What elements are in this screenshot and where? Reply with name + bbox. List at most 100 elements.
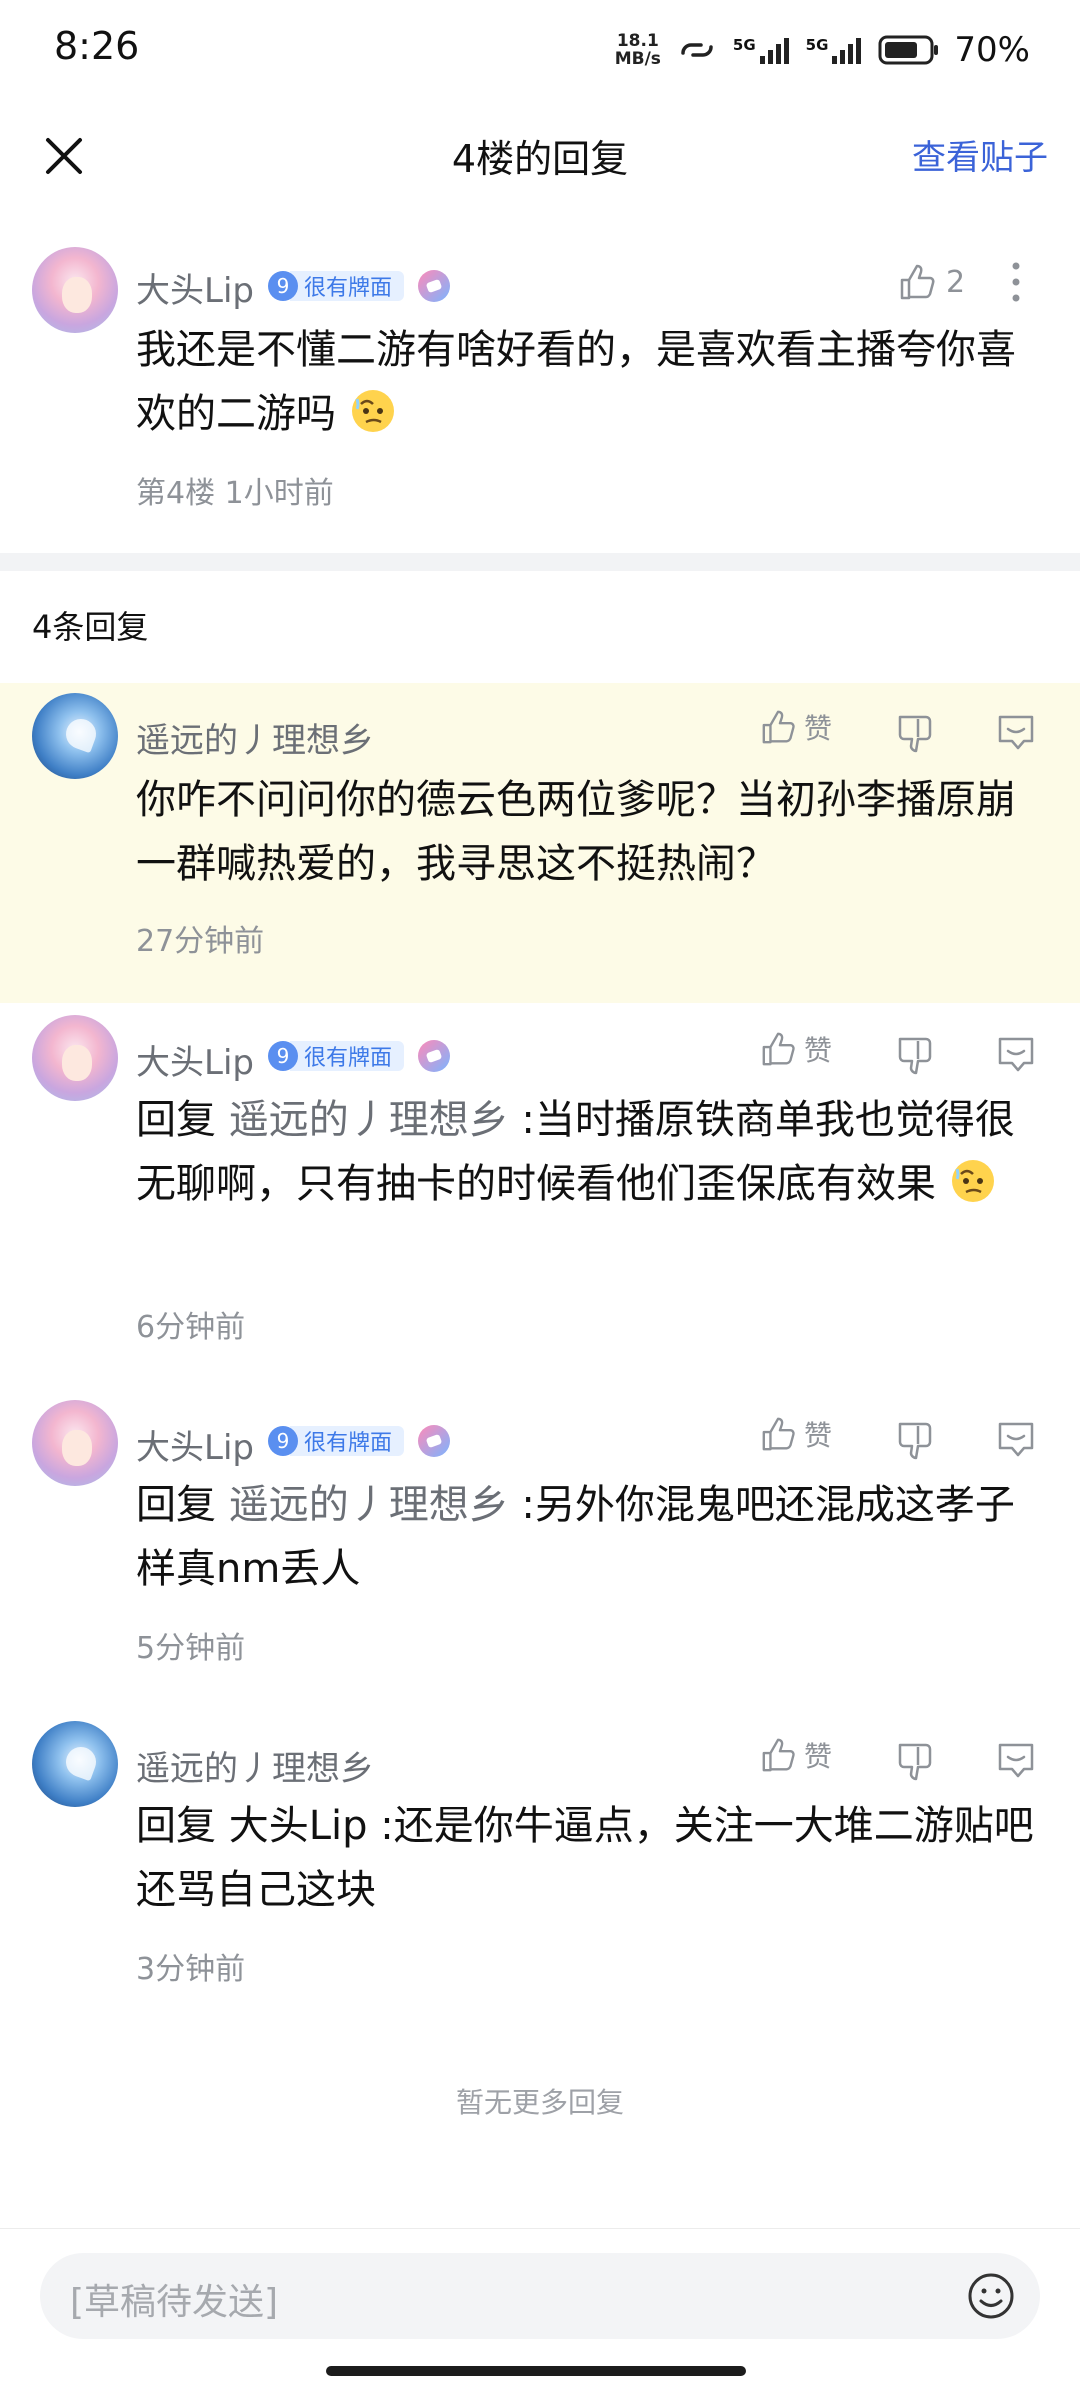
battery-percent: 70% (954, 30, 1030, 70)
thumb-down-icon (898, 1422, 932, 1460)
top-bar: 4楼的回复 查看贴子 (0, 100, 1080, 210)
reply-content: 你咋不问问你的德云色两位爹呢？当初孙李播原崩一群喊热爱的，我寻思这不挺热闹？ (136, 777, 1016, 887)
reply-prefix: 回复 大头Lip (136, 1803, 368, 1849)
gem-icon (418, 270, 451, 302)
level-number: 9 (268, 1426, 298, 1456)
level-badge: 9 很有牌面 (268, 268, 451, 304)
like-label: 赞 (804, 1419, 833, 1452)
dislike-button[interactable] (896, 1741, 936, 1785)
username[interactable]: 遥远的丿理想乡 (136, 1741, 374, 1790)
status-time: 8:26 (54, 24, 140, 68)
thinking-emoji-icon (949, 1157, 997, 1205)
comment-icon (998, 1422, 1034, 1457)
thumb-down-icon (898, 1743, 932, 1781)
signal-icon-1: 5G (733, 36, 792, 64)
username[interactable]: 大头Lip (136, 1035, 254, 1084)
gem-icon (418, 1040, 451, 1072)
level-number: 9 (268, 1041, 298, 1071)
network-speed-unit: MB/s (614, 49, 661, 69)
level-badge: 9 很有牌面 (268, 1423, 451, 1459)
dislike-button[interactable] (896, 1035, 936, 1079)
post-content: 我还是不懂二游有啥好看的，是喜欢看主播夸你喜欢的二游吗 (136, 318, 1048, 446)
thumb-up-icon (900, 264, 935, 300)
avatar[interactable] (32, 1721, 118, 1807)
status-bar: 8:26 18.1 MB/s 5G 5G 70% (0, 0, 1080, 100)
section-divider (0, 553, 1080, 571)
reply-prefix: 回复 (136, 1482, 229, 1528)
no-more-replies: 暂无更多回复 (455, 2086, 624, 2119)
reply-content: 回复 大头Lip :还是你牛逼点，关注一大堆二游贴吧还骂自己这块 (136, 1794, 1048, 1922)
like-button[interactable]: 赞 (760, 1735, 832, 1775)
network-speed-value: 18.1 (616, 31, 659, 51)
reply-actions: 赞 (760, 1735, 832, 1775)
comment-icon (998, 715, 1034, 750)
like-label: 赞 (804, 1034, 833, 1067)
reply-content: 回复 遥远的丿理想乡 :另外你混鬼吧还混成这孝子样真nm丢人 (136, 1473, 1048, 1601)
badge-title: 很有牌面 (290, 271, 405, 301)
dislike-button[interactable] (896, 1420, 936, 1464)
more-options-button[interactable] (1004, 260, 1028, 308)
network-speed: 18.1 MB/s (615, 32, 661, 68)
status-icons: 18.1 MB/s 5G 5G 70% (615, 28, 1030, 72)
post-text: 我还是不懂二游有啥好看的，是喜欢看主播夸你喜欢的二游吗 (136, 327, 1016, 437)
badge-title: 很有牌面 (290, 1041, 405, 1071)
reply-actions: 赞 (760, 1029, 832, 1069)
reply-input[interactable]: [草稿待发送] (40, 2253, 1040, 2339)
comment-button[interactable] (994, 1418, 1038, 1466)
username[interactable]: 大头Lip (136, 263, 254, 312)
battery-icon (878, 34, 940, 66)
avatar[interactable] (32, 1400, 118, 1486)
reply-content: 回复 遥远的丿理想乡 :当时播原铁商单我也觉得很无聊啊，只有抽卡的时候看他们歪保… (136, 1088, 1048, 1216)
signal-label: 5G (732, 36, 756, 54)
reply-time: 6分钟前 (136, 1310, 246, 1345)
thumb-down-icon (898, 715, 932, 753)
like-count: 2 (946, 264, 966, 300)
reply-time: 27分钟前 (136, 924, 265, 959)
view-post-link[interactable]: 查看贴子 (912, 130, 1048, 179)
comment-icon (998, 1743, 1034, 1778)
reply-target-user[interactable]: 遥远的丿理想乡 (229, 1097, 509, 1143)
avatar[interactable] (32, 1015, 118, 1101)
emoji-icon (968, 2273, 1014, 2319)
comment-button[interactable] (994, 711, 1038, 759)
comment-button[interactable] (994, 1033, 1038, 1081)
thumb-down-icon (898, 1037, 932, 1075)
gem-icon (418, 1425, 451, 1457)
reply-actions: 赞 (760, 1414, 832, 1454)
like-button[interactable]: 2 (898, 262, 965, 302)
username[interactable]: 遥远的丿理想乡 (136, 713, 374, 762)
username[interactable]: 大头Lip (136, 1420, 254, 1469)
link-icon (675, 35, 719, 65)
thumb-up-icon (762, 1417, 795, 1451)
like-label: 赞 (804, 712, 833, 745)
reply-target-user[interactable]: 遥远的丿理想乡 (229, 1482, 509, 1528)
reply-time: 5分钟前 (136, 1631, 246, 1666)
dislike-button[interactable] (896, 713, 936, 757)
reply-prefix: 回复 (136, 1097, 229, 1143)
reply-actions: 赞 (760, 707, 832, 747)
post-meta: 第4楼 1小时前 (136, 476, 334, 511)
reply-input-placeholder: [草稿待发送] (70, 2282, 279, 2323)
like-label: 赞 (804, 1740, 833, 1773)
avatar[interactable] (32, 693, 118, 779)
comment-button[interactable] (994, 1739, 1038, 1787)
like-button[interactable]: 赞 (760, 1029, 832, 1069)
badge-title: 很有牌面 (290, 1426, 405, 1456)
emoji-button[interactable] (966, 2271, 1016, 2321)
like-button[interactable]: 赞 (760, 1414, 832, 1454)
thumb-up-icon (762, 1738, 795, 1772)
thumb-up-icon (762, 710, 795, 744)
reply-time: 3分钟前 (136, 1952, 246, 1987)
main-post: 大头Lip 9 很有牌面 2 我还是不懂二游有啥好看的，是喜欢看主播夸你喜欢的二… (0, 220, 1080, 550)
more-vertical-icon (1012, 262, 1020, 302)
thumb-up-icon (762, 1032, 795, 1066)
level-badge: 9 很有牌面 (268, 1038, 451, 1074)
signal-label: 5G (805, 36, 829, 54)
like-button[interactable]: 赞 (760, 707, 832, 747)
comment-icon (998, 1037, 1034, 1072)
home-indicator[interactable] (326, 2366, 746, 2376)
signal-icon-2: 5G (806, 36, 865, 64)
reply-count: 4条回复 (32, 608, 149, 646)
avatar[interactable] (32, 247, 118, 333)
level-number: 9 (268, 271, 298, 301)
